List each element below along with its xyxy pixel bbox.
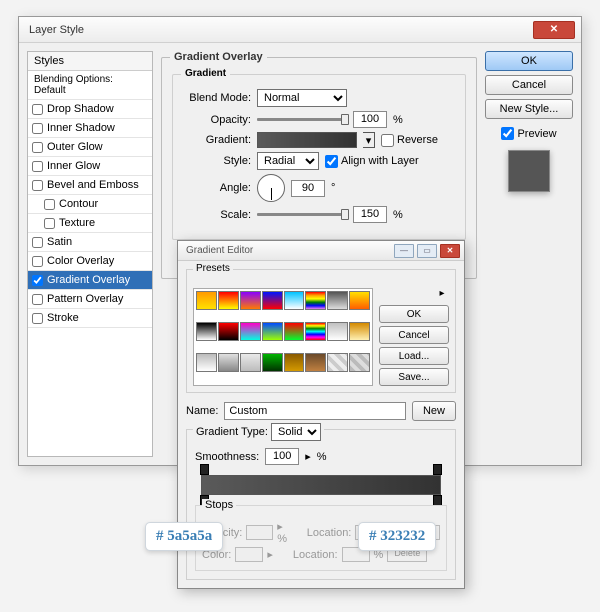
editor-ok-button[interactable]: OK [379,305,449,323]
preset-swatch[interactable] [284,353,305,372]
sidebar-sub[interactable]: Blending Options: Default [28,71,152,100]
preset-swatch[interactable] [349,322,370,341]
minimize-icon[interactable]: — [394,244,414,258]
angle-value[interactable]: 90 [291,180,325,197]
preset-swatch[interactable] [327,322,348,341]
stop-opacity-input [246,525,273,540]
sidebar-item-stroke[interactable]: Stroke [28,309,152,328]
cancel-button[interactable]: Cancel [485,75,573,95]
preset-grid[interactable] [193,288,373,386]
preset-swatch[interactable] [196,353,217,372]
sub-titlebar: Gradient Editor — ▭ ✕ [178,241,464,261]
deg: ° [331,182,335,194]
section-title: Gradient Overlay [170,51,267,63]
presets-group: Presets ▸ OK Cancel Load... Save... [186,269,456,393]
ok-button[interactable]: OK [485,51,573,71]
presets-label: Presets [193,263,233,274]
name-input[interactable] [224,402,406,420]
preset-swatch[interactable] [218,291,239,310]
style-select[interactable]: Radial [257,152,319,170]
sub-title: Gradient Editor [186,245,391,256]
preset-swatch[interactable] [196,322,217,341]
sidebar-item-inner-shadow[interactable]: Inner Shadow [28,119,152,138]
preset-swatch[interactable] [218,353,239,372]
sidebar-item-satin[interactable]: Satin [28,233,152,252]
maximize-icon[interactable]: ▭ [417,244,437,258]
angle-label: Angle: [183,182,251,194]
preset-swatch[interactable] [327,353,348,372]
color-bubble-right: # 323232 [358,522,436,551]
styles-sidebar: Styles Blending Options: Default Drop Sh… [27,51,153,457]
scale-slider[interactable] [257,213,347,216]
preset-swatch[interactable] [284,291,305,310]
preset-swatch[interactable] [240,291,261,310]
sidebar-item-texture[interactable]: Texture [28,214,152,233]
preset-swatch[interactable] [305,322,326,341]
stop-color-swatch [235,547,263,562]
sidebar-item-inner-glow[interactable]: Inner Glow [28,157,152,176]
sidebar-item-bevel-and-emboss[interactable]: Bevel and Emboss [28,176,152,195]
stops-label: Stops [202,499,236,511]
sidebar-item-gradient-overlay[interactable]: Gradient Overlay [28,271,152,290]
color-bubble-left: # 5a5a5a [145,522,223,551]
preset-swatch[interactable] [196,291,217,310]
angle-dial[interactable] [257,174,285,202]
gradient-dropdown[interactable]: ▾ [363,132,375,148]
preset-swatch[interactable] [240,353,261,372]
sidebar-item-contour[interactable]: Contour [28,195,152,214]
gradient-track[interactable] [201,475,441,495]
preset-swatch[interactable] [305,353,326,372]
blend-mode-select[interactable]: Normal [257,89,347,107]
preview-swatch [508,150,550,192]
opacity-label: Opacity: [183,114,251,126]
preset-swatch[interactable] [262,291,283,310]
preset-swatch[interactable] [262,322,283,341]
right-column: OK Cancel New Style... Preview [485,51,573,457]
inner-title: Gradient [181,68,230,79]
new-button[interactable]: New [412,401,456,421]
presets-menu-icon[interactable]: ▸ [435,288,449,302]
sidebar-item-outer-glow[interactable]: Outer Glow [28,138,152,157]
scale-label: Scale: [183,209,251,221]
sub-close-icon[interactable]: ✕ [440,244,460,258]
preset-swatch[interactable] [305,291,326,310]
opacity-slider[interactable] [257,118,347,121]
smooth-label: Smoothness: [195,451,259,463]
sidebar-header[interactable]: Styles [28,52,152,71]
editor-save-button[interactable]: Save... [379,368,449,386]
preset-swatch[interactable] [349,353,370,372]
align-check[interactable]: Align with Layer [325,155,419,168]
preset-swatch[interactable] [240,322,261,341]
opacity-stop-right[interactable] [433,464,442,475]
opacity-stop-left[interactable] [200,464,209,475]
sidebar-item-color-overlay[interactable]: Color Overlay [28,252,152,271]
gtype-select[interactable]: Solid [271,423,321,441]
sidebar-item-pattern-overlay[interactable]: Pattern Overlay [28,290,152,309]
smooth-value[interactable]: 100 [265,448,299,465]
blend-label: Blend Mode: [183,92,251,104]
editor-cancel-button[interactable]: Cancel [379,326,449,344]
preset-swatch[interactable] [327,291,348,310]
pct: % [393,114,403,126]
gradient-label: Gradient: [183,134,251,146]
close-button[interactable]: ✕ [533,21,575,39]
scale-value[interactable]: 150 [353,206,387,223]
titlebar: Layer Style ✕ [19,17,581,43]
name-label: Name: [186,405,218,417]
preset-swatch[interactable] [262,353,283,372]
gradient-type-group: Gradient Type: Solid Smoothness: 100 ▸ %… [186,429,456,580]
editor-load-button[interactable]: Load... [379,347,449,365]
sidebar-item-drop-shadow[interactable]: Drop Shadow [28,100,152,119]
preset-swatch[interactable] [284,322,305,341]
preview-check[interactable]: Preview [485,127,573,140]
gradient-preview[interactable] [257,132,357,148]
reverse-check[interactable]: Reverse [381,134,438,147]
new-style-button[interactable]: New Style... [485,99,573,119]
opacity-value[interactable]: 100 [353,111,387,128]
dialog-title: Layer Style [29,24,533,36]
preset-swatch[interactable] [349,291,370,310]
style-label: Style: [183,155,251,167]
preset-swatch[interactable] [218,322,239,341]
